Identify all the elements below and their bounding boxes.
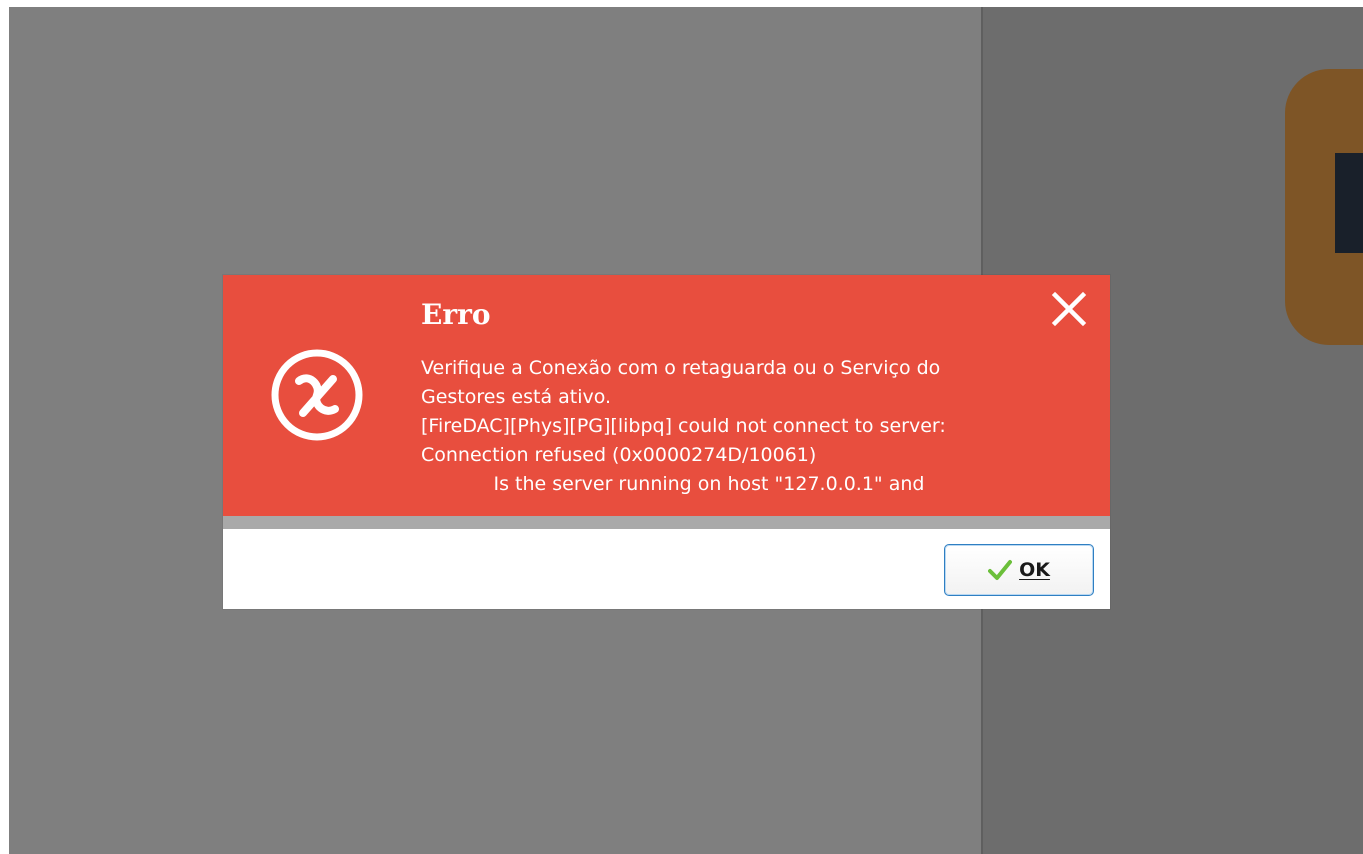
checkmark-icon	[988, 560, 1013, 580]
ok-button-label: OK	[1019, 559, 1050, 581]
message-line: Is the server running on host "127.0.0.1…	[421, 473, 925, 495]
dialog-divider	[223, 516, 1110, 529]
background-app-tile-inner	[1335, 153, 1363, 253]
dialog-header: Erro Verifique a Conexão com o retaguard…	[223, 275, 1110, 516]
dialog-title: Erro	[421, 298, 491, 331]
message-line: Connection refused (0x0000274D/10061)	[421, 444, 817, 466]
close-button[interactable]	[1045, 285, 1093, 333]
message-line: Verifique a Conexão com o retaguarda ou …	[421, 357, 941, 379]
error-dialog: Erro Verifique a Conexão com o retaguard…	[223, 275, 1110, 609]
error-circle-icon	[271, 349, 363, 441]
ok-button[interactable]: OK	[944, 544, 1094, 596]
screen: Erro Verifique a Conexão com o retaguard…	[0, 0, 1363, 854]
message-line: [FireDAC][Phys][PG][libpq] could not con…	[421, 415, 946, 437]
close-icon	[1051, 291, 1087, 327]
message-line: Gestores está ativo.	[421, 386, 612, 408]
background-app-tile	[1285, 69, 1363, 345]
error-message: Verifique a Conexão com o retaguarda ou …	[421, 354, 1071, 504]
